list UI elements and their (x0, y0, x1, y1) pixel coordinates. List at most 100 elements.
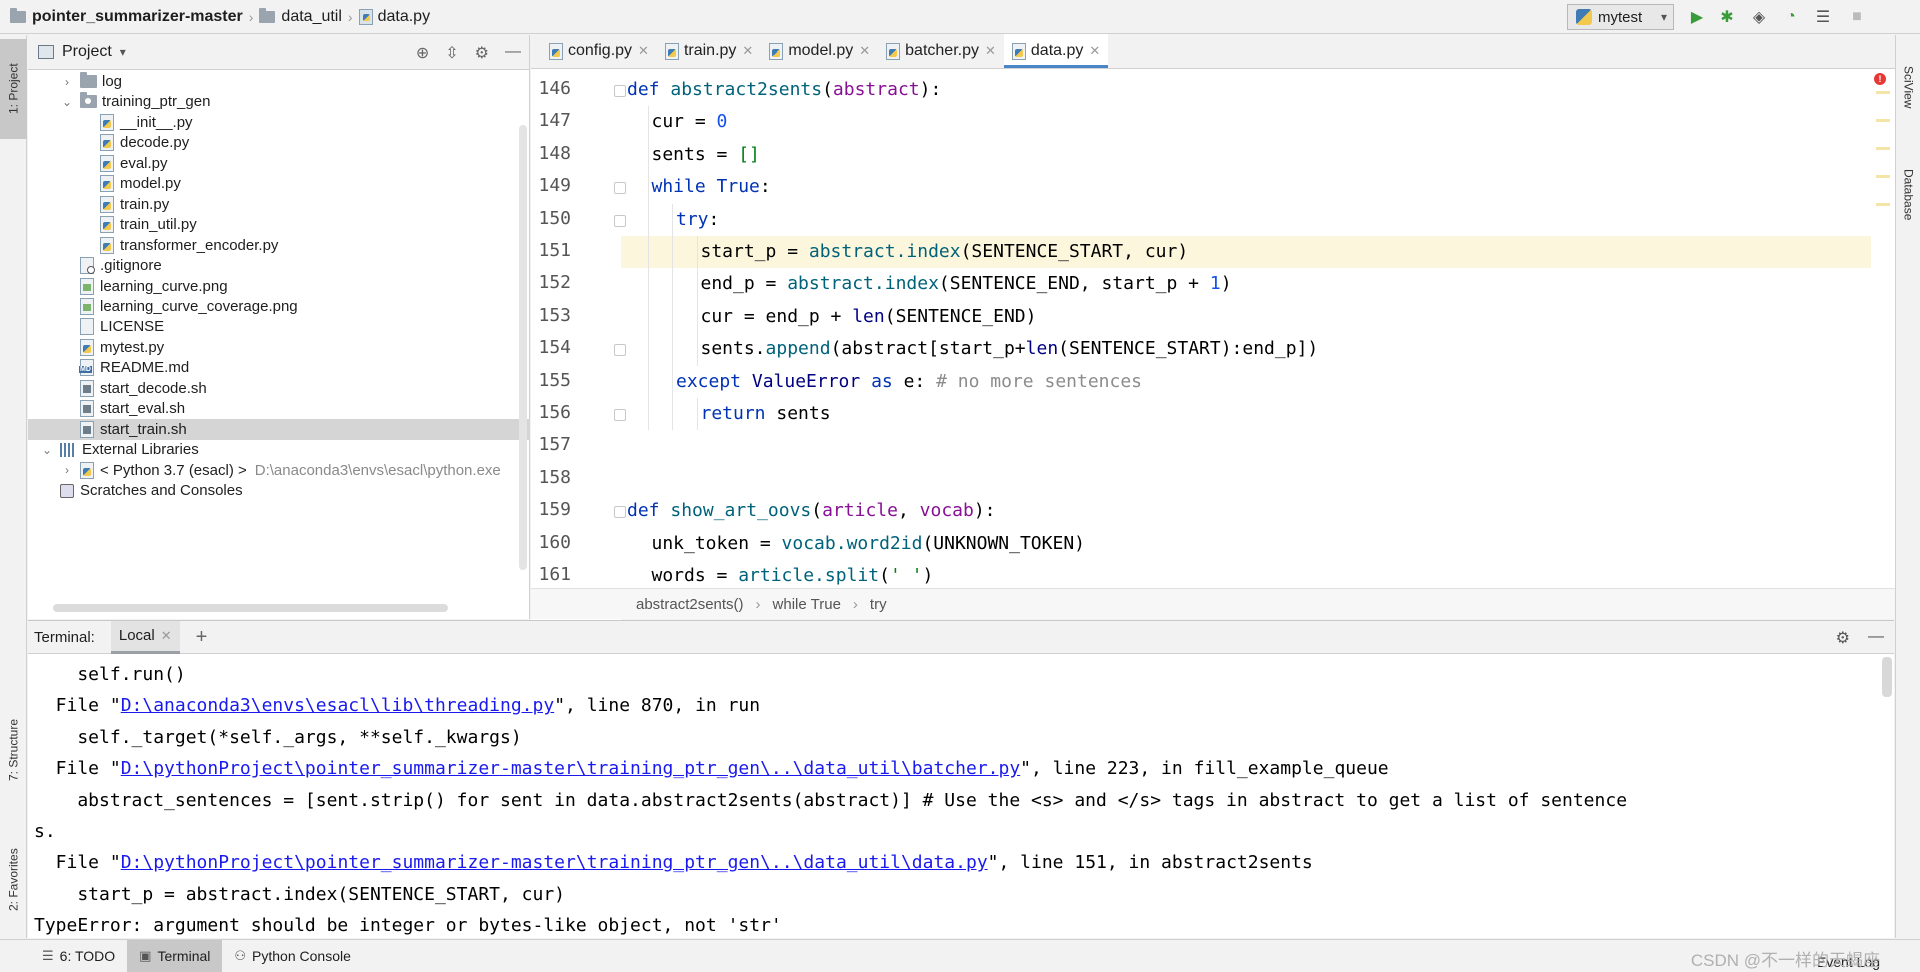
tree-item[interactable]: ⌄ External Libraries (28, 439, 530, 460)
sciview-tool-tab[interactable]: SciView (1896, 47, 1920, 127)
tree-item[interactable]: README.md (28, 357, 530, 378)
terminal-output[interactable]: self.run() File "D:\anaconda3\envs\esacl… (34, 659, 1879, 942)
todo-tool-tab[interactable]: ☰ 6: TODO (30, 940, 127, 972)
tree-item[interactable]: train_util.py (28, 214, 530, 235)
editor-tab-config[interactable]: config.py ✕ (541, 34, 657, 68)
tree-item[interactable]: decode.py (28, 132, 530, 153)
project-vertical-scrollbar[interactable] (519, 125, 527, 570)
file-link[interactable]: D:\anaconda3\envs\esacl\lib\threading.py (121, 695, 554, 716)
editor-tab-batcher[interactable]: batcher.py ✕ (878, 34, 1004, 68)
code-token: : (708, 208, 720, 230)
breadcrumb-try[interactable]: try (870, 596, 887, 613)
tree-item[interactable]: start_eval.sh (28, 398, 530, 419)
concurrency-icon[interactable]: ☰ (1814, 8, 1832, 26)
code-editor: config.py ✕ train.py ✕ model.py ✕ batcher.py ✕ d… (531, 34, 1895, 622)
project-tool-tab[interactable]: 1: Project (0, 39, 27, 139)
terminal-scrollbar[interactable] (1882, 657, 1892, 697)
breadcrumb-data-util[interactable]: data_util (259, 7, 342, 26)
close-icon[interactable]: ✕ (859, 43, 870, 59)
code-line: cur = 0 (621, 106, 1871, 138)
tree-item-label: .gitignore (100, 257, 162, 275)
line-number: 161 (538, 564, 571, 585)
locate-icon[interactable]: ⊕ (416, 43, 429, 63)
tree-item[interactable]: mytest.py (28, 337, 530, 358)
scrollbar-marker[interactable] (1876, 119, 1890, 122)
structure-tool-tab[interactable]: 7: Structure (0, 700, 27, 800)
tree-item[interactable]: learning_curve.png (28, 276, 530, 297)
profile-icon[interactable]: ◔ (1782, 8, 1800, 26)
tree-item[interactable]: Scratches and Consoles (28, 480, 530, 501)
new-terminal-button[interactable]: + (196, 626, 208, 649)
tree-item[interactable]: ⌄ training_ptr_gen (28, 91, 530, 112)
editor-tab-model[interactable]: model.py ✕ (761, 34, 878, 68)
right-tool-strip: SciView Database (1895, 35, 1920, 938)
run-configuration-select[interactable]: mytest ▾ (1567, 4, 1674, 30)
hide-icon[interactable]: — (1868, 628, 1884, 648)
code-line: sents.append(abstract[start_p+len(SENTEN… (621, 333, 1871, 365)
gear-icon[interactable]: ⚙ (475, 43, 489, 63)
tree-item[interactable]: › log (28, 71, 530, 92)
terminal-tab-local[interactable]: Local ✕ (110, 620, 180, 654)
chevron-right-icon[interactable]: › (60, 75, 74, 89)
error-indicator-icon[interactable]: ! (1874, 73, 1886, 85)
tree-item[interactable]: eval.py (28, 153, 530, 174)
chevron-down-icon: ▾ (1660, 10, 1667, 24)
breadcrumb-project[interactable]: pointer_summarizer-master (10, 7, 243, 26)
python-console-tool-tab[interactable]: ⚇ Python Console (222, 940, 363, 972)
tree-item-label: README.md (100, 359, 190, 377)
database-tool-tab[interactable]: Database (1896, 145, 1920, 245)
tree-item[interactable]: start_train.sh (28, 418, 530, 440)
editor-tab-train[interactable]: train.py ✕ (657, 34, 761, 68)
chevron-down-icon[interactable]: ⌄ (40, 443, 54, 457)
file-link[interactable]: D:\pythonProject\pointer_summarizer-mast… (121, 852, 988, 873)
close-icon[interactable]: ✕ (638, 43, 649, 59)
close-icon[interactable]: ✕ (1089, 43, 1100, 59)
stop-icon[interactable]: ■ (1848, 8, 1866, 26)
code-token: 0 (716, 111, 728, 133)
run-icon[interactable]: ▶ (1688, 8, 1706, 26)
project-view-select[interactable]: Project (62, 43, 112, 61)
code-token: while True (651, 176, 760, 198)
code-area[interactable]: def abstract2sents(abstract): cur = 0 sent… (621, 70, 1871, 622)
close-icon[interactable]: ✕ (742, 43, 753, 59)
gear-icon[interactable]: ⚙ (1836, 628, 1850, 648)
close-icon[interactable]: ✕ (985, 43, 996, 59)
tree-item[interactable]: model.py (28, 173, 530, 194)
terminal-line: abstract_sentences = [sent.strip() for s… (34, 785, 1879, 816)
chevron-right-icon[interactable]: › (60, 463, 74, 477)
terminal-tool-tab[interactable]: ▣ Terminal (127, 939, 223, 972)
collapse-all-icon[interactable]: ⇳ (445, 43, 458, 63)
favorites-tool-tab[interactable]: 2: Favorites (0, 825, 27, 935)
tree-item-label: start_train.sh (100, 420, 187, 438)
scrollbar-marker[interactable] (1876, 203, 1890, 206)
tree-item[interactable]: LICENSE (28, 316, 530, 337)
file-link[interactable]: D:\pythonProject\pointer_summarizer-mast… (121, 758, 1020, 779)
chevron-down-icon[interactable]: ⌄ (60, 95, 74, 109)
breadcrumb-function[interactable]: abstract2sents() (636, 596, 744, 613)
tree-item[interactable]: train.py (28, 194, 530, 215)
scrollbar-marker[interactable] (1876, 147, 1890, 150)
hide-icon[interactable]: — (505, 43, 521, 63)
code-token: ' ' (889, 565, 923, 586)
breadcrumb-while[interactable]: while True (773, 596, 841, 613)
code-token: : (759, 176, 771, 198)
tree-item[interactable]: __init__.py (28, 112, 530, 133)
terminal-text: File " (34, 852, 121, 874)
scrollbar-marker[interactable] (1876, 91, 1890, 94)
terminal-line: self.run() (34, 659, 1879, 690)
tree-item[interactable]: transformer_encoder.py (28, 235, 530, 256)
chevron-down-icon[interactable]: ▾ (120, 45, 126, 59)
scrollbar-marker[interactable] (1876, 175, 1890, 178)
editor-tab-data[interactable]: data.py ✕ (1003, 34, 1109, 68)
tree-item[interactable]: › < Python 3.7 (esacl) > D:\anaconda3\envs… (28, 460, 530, 481)
terminal-line: File "D:\anaconda3\envs\esacl\lib\thread… (34, 690, 1879, 721)
tree-item[interactable]: .gitignore (28, 255, 530, 276)
debug-icon[interactable]: ✱ (1718, 8, 1736, 26)
coverage-icon[interactable]: ◈ (1750, 8, 1768, 26)
tree-item[interactable]: learning_curve_coverage.png (28, 296, 530, 317)
breadcrumb-data-py[interactable]: data.py (358, 8, 430, 26)
tree-item[interactable]: start_decode.sh (28, 378, 530, 399)
line-number: 158 (538, 466, 571, 488)
close-icon[interactable]: ✕ (161, 628, 172, 644)
project-horizontal-scrollbar[interactable] (53, 604, 448, 612)
